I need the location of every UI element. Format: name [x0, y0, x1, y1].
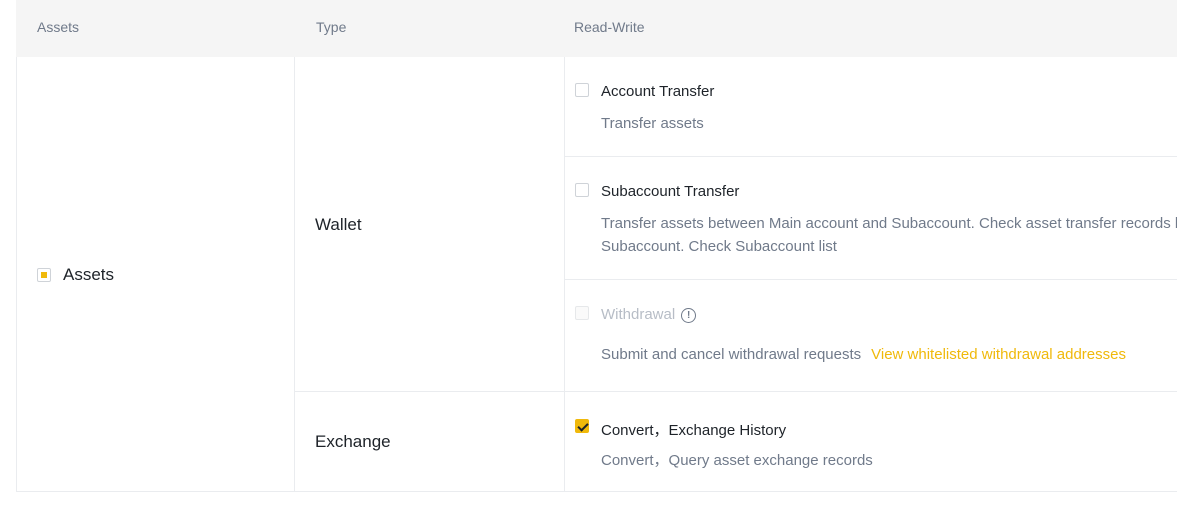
- permission-account-transfer: Account Transfer Transfer assets: [565, 57, 1177, 157]
- permission-withdrawal: Withdrawal! Submit and cancel withdrawal…: [565, 280, 1177, 392]
- permission-convert: Convert，Exchange History Convert，Query a…: [565, 392, 1177, 491]
- assets-group-checkbox[interactable]: [37, 268, 51, 282]
- permission-subaccount-transfer: Subaccount Transfer Transfer assets betw…: [565, 157, 1177, 280]
- assets-group-row[interactable]: Assets: [37, 265, 114, 285]
- header-read-write: Read-Write: [574, 19, 645, 35]
- account-transfer-title[interactable]: Account Transfer: [601, 83, 714, 100]
- withdrawal-title: Withdrawal: [601, 306, 676, 323]
- type-wallet-label: Wallet: [315, 215, 362, 234]
- type-column: Wallet Exchange: [295, 57, 565, 491]
- header-type: Type: [316, 19, 347, 35]
- table-header: Assets Type Read-Write: [16, 0, 1177, 57]
- withdrawal-checkbox: [575, 306, 589, 320]
- subaccount-transfer-desc-line2: Subaccount. Check Subaccount list: [601, 238, 837, 255]
- read-write-column: Account Transfer Transfer assets Subacco…: [565, 57, 1177, 491]
- type-exchange-cell: Exchange: [295, 392, 564, 491]
- convert-title[interactable]: Convert，Exchange History: [601, 419, 786, 440]
- view-whitelist-link[interactable]: View whitelisted withdrawal addresses: [871, 346, 1126, 363]
- convert-desc: Convert，Query asset exchange records: [601, 452, 873, 469]
- assets-column: Assets: [16, 57, 295, 491]
- subaccount-transfer-checkbox[interactable]: [575, 183, 589, 197]
- info-circle-icon[interactable]: !: [681, 308, 697, 323]
- header-assets: Assets: [37, 19, 80, 35]
- assets-group-label: Assets: [63, 265, 115, 284]
- withdrawal-desc: Submit and cancel withdrawal requests: [601, 346, 862, 363]
- subaccount-transfer-desc-line1: Transfer assets between Main account and…: [601, 215, 1177, 232]
- type-wallet-cell: Wallet: [295, 57, 564, 392]
- subaccount-transfer-title[interactable]: Subaccount Transfer: [601, 183, 739, 200]
- withdrawal-title-group: Withdrawal!: [601, 306, 697, 323]
- permissions-table: Assets Type Read-Write Assets Wallet Exc…: [16, 0, 1177, 492]
- account-transfer-checkbox[interactable]: [575, 83, 589, 97]
- convert-checkbox[interactable]: [575, 419, 589, 433]
- type-exchange-label: Exchange: [315, 432, 391, 451]
- withdrawal-desc-group: Submit and cancel withdrawal requests Vie…: [601, 343, 1126, 366]
- account-transfer-desc: Transfer assets: [601, 115, 704, 132]
